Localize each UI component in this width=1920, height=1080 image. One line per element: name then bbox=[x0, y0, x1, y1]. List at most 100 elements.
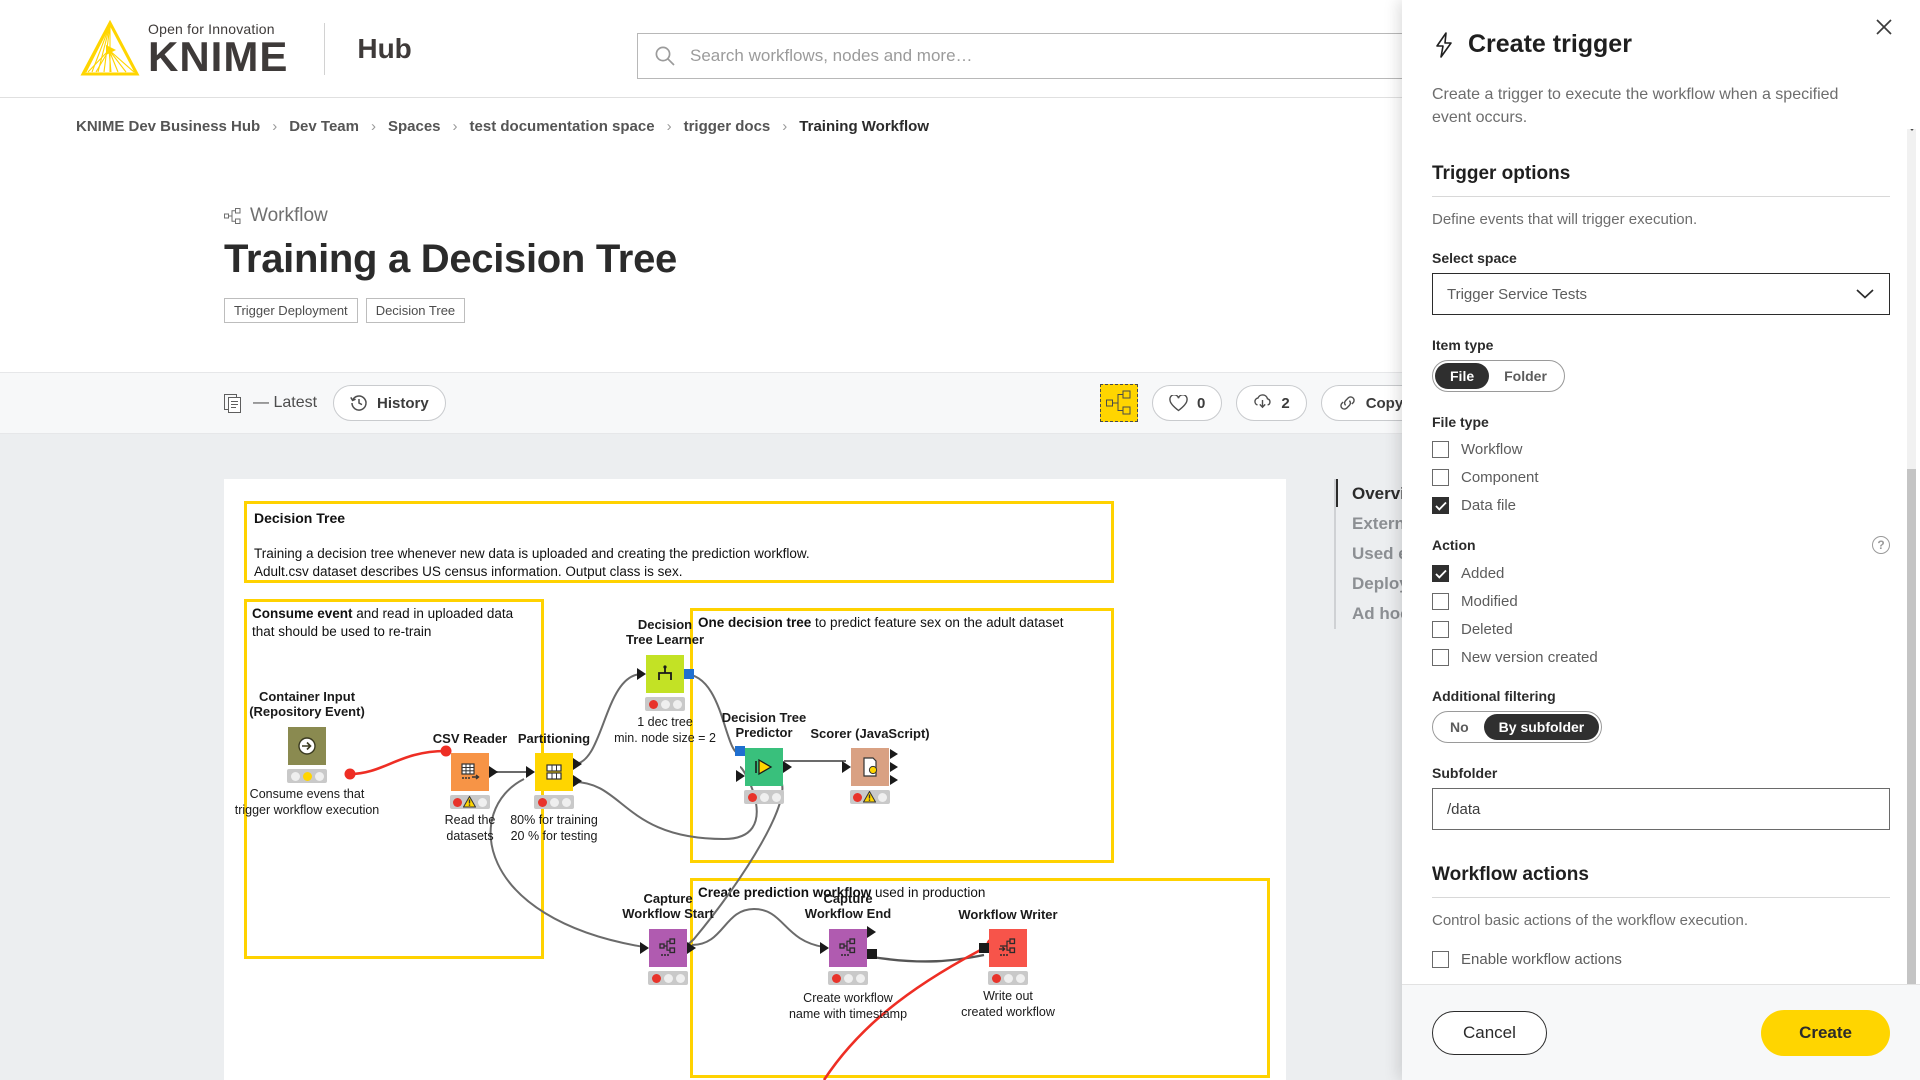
checkbox[interactable] bbox=[1432, 951, 1449, 969]
checkbox[interactable] bbox=[1432, 621, 1449, 639]
breadcrumb-item-4[interactable]: trigger docs bbox=[684, 118, 771, 135]
node-body[interactable] bbox=[979, 929, 1027, 967]
workflow-actions-heading: Workflow actions bbox=[1432, 864, 1890, 899]
checkbox[interactable] bbox=[1432, 565, 1449, 583]
tag-item[interactable]: Decision Tree bbox=[365, 298, 466, 323]
node-status bbox=[450, 795, 490, 809]
action-option-new-version[interactable]: New version created bbox=[1432, 649, 1890, 667]
node-description: Write out created workflow bbox=[961, 989, 1055, 1020]
action-option-added[interactable]: Added bbox=[1432, 565, 1890, 583]
node-body[interactable] bbox=[842, 748, 898, 786]
checkbox[interactable] bbox=[1432, 497, 1449, 515]
additional-filtering-toggle[interactable]: No By subfolder bbox=[1432, 711, 1603, 744]
node-input-port bbox=[736, 770, 745, 782]
node-scorer-javascript[interactable]: Scorer (JavaScript) bbox=[810, 726, 930, 804]
filtering-option-no[interactable]: No bbox=[1435, 714, 1484, 740]
additional-filtering-label: Additional filtering bbox=[1432, 688, 1556, 705]
node-status bbox=[744, 790, 784, 804]
container-input-icon bbox=[298, 737, 316, 755]
knime-logo[interactable]: Open for Innovation KNIME bbox=[80, 19, 289, 80]
node-body[interactable] bbox=[735, 746, 792, 786]
close-icon[interactable] bbox=[1870, 13, 1898, 41]
breadcrumb-item-2[interactable]: Spaces bbox=[388, 118, 441, 135]
node-body[interactable] bbox=[526, 753, 582, 791]
status-dot bbox=[672, 699, 682, 709]
item-type-toggle[interactable]: File Folder bbox=[1432, 360, 1565, 393]
history-button[interactable]: History bbox=[333, 385, 446, 421]
checkbox-label: New version created bbox=[1461, 649, 1598, 667]
node-title: Workflow Writer bbox=[958, 907, 1057, 922]
cancel-button[interactable]: Cancel bbox=[1432, 1010, 1547, 1055]
status-dot bbox=[1003, 973, 1013, 983]
panel-body[interactable]: Trigger options Define events that will … bbox=[1402, 129, 1920, 984]
node-body[interactable] bbox=[640, 929, 696, 967]
status-dot bbox=[302, 771, 312, 781]
breadcrumb-item-5[interactable]: Training Workflow bbox=[799, 118, 929, 135]
help-icon[interactable]: ? bbox=[1872, 536, 1890, 555]
node-body[interactable] bbox=[451, 753, 498, 791]
node-title-line1: Capture bbox=[643, 891, 693, 906]
file-type-option-data-file[interactable]: Data file bbox=[1432, 497, 1890, 515]
checkbox[interactable] bbox=[1432, 593, 1449, 611]
download-button[interactable]: 2 bbox=[1236, 385, 1307, 421]
filtering-option-by-subfolder[interactable]: By subfolder bbox=[1483, 714, 1600, 741]
create-button[interactable]: Create bbox=[1761, 1009, 1890, 1056]
workflow-thumbnail[interactable] bbox=[1100, 384, 1138, 422]
item-type-option-folder[interactable]: Folder bbox=[1489, 363, 1562, 389]
node-body[interactable] bbox=[820, 926, 877, 967]
subfolder-input[interactable]: /data bbox=[1432, 788, 1890, 831]
file-type-option-workflow[interactable]: Workflow bbox=[1432, 441, 1890, 459]
action-option-modified[interactable]: Modified bbox=[1432, 593, 1890, 611]
node-capture-workflow-start[interactable]: Capture Workflow Start bbox=[622, 891, 714, 985]
node-workflow-writer[interactable]: Workflow Writer Write out created workfl… bbox=[958, 907, 1057, 1019]
node-title-line2: Predictor bbox=[735, 725, 793, 741]
panel-scrollbar[interactable] bbox=[1907, 129, 1916, 984]
breadcrumb-item-3[interactable]: test documentation space bbox=[470, 118, 655, 135]
node-output-port bbox=[489, 766, 498, 778]
node-body[interactable] bbox=[637, 655, 694, 693]
node-desc-line1: 80% for training bbox=[510, 813, 598, 827]
node-body[interactable] bbox=[288, 727, 326, 765]
breadcrumb-separator: › bbox=[370, 117, 376, 135]
node-title-line2: Workflow End bbox=[804, 906, 892, 922]
link-icon bbox=[1339, 396, 1355, 410]
checkbox[interactable] bbox=[1432, 441, 1449, 459]
node-container-input[interactable]: Container Input (Repository Event) Consu… bbox=[235, 689, 380, 817]
workflow-canvas[interactable]: Decision Tree Training a decision tree w… bbox=[224, 479, 1286, 1080]
scroll-up-arrow[interactable] bbox=[1906, 129, 1918, 132]
node-capture-workflow-end[interactable]: Capture Workflow End Create workflow nam… bbox=[789, 891, 907, 1021]
breadcrumb-item-0[interactable]: KNIME Dev Business Hub bbox=[76, 118, 260, 135]
node-description: 80% for training 20 % for testing bbox=[510, 813, 598, 844]
node-status bbox=[287, 769, 327, 783]
select-space-dropdown[interactable]: Trigger Service Tests bbox=[1432, 273, 1890, 316]
trigger-options-heading: Trigger options bbox=[1432, 163, 1890, 198]
node-title-line2: (Repository Event) bbox=[249, 704, 365, 720]
checkbox-label: Component bbox=[1461, 469, 1539, 487]
copy-pages-icon bbox=[224, 393, 241, 413]
annotation-tree-bold: One decision tree bbox=[698, 615, 812, 630]
logo-wordmark: KNIME bbox=[148, 32, 289, 80]
node-decision-tree-predictor[interactable]: Decision Tree Predictor bbox=[722, 710, 806, 804]
file-type-option-component[interactable]: Component bbox=[1432, 469, 1890, 487]
checkbox[interactable] bbox=[1432, 469, 1449, 487]
checkbox[interactable] bbox=[1432, 649, 1449, 667]
node-input-port bbox=[526, 766, 535, 778]
workflow-icon bbox=[224, 207, 241, 224]
node-title-line1: Workflow Writer bbox=[958, 907, 1058, 922]
action-option-deleted[interactable]: Deleted bbox=[1432, 621, 1890, 639]
tag-item[interactable]: Trigger Deployment bbox=[224, 298, 358, 323]
node-decision-tree-learner[interactable]: Decision Tree Learner 1 dec tree min. no… bbox=[614, 617, 716, 745]
breadcrumb-item-1[interactable]: Dev Team bbox=[289, 118, 359, 135]
item-type-option-file[interactable]: File bbox=[1435, 363, 1490, 390]
like-button[interactable]: 0 bbox=[1152, 385, 1223, 421]
node-partitioning[interactable]: Partitioning 80% for training 20 % for t… bbox=[510, 731, 598, 843]
workflow-actions-description: Control basic actions of the workflow ex… bbox=[1432, 912, 1748, 930]
node-input-port bbox=[820, 942, 829, 954]
node-csv-reader[interactable]: CSV Reader Read the datasets bbox=[433, 731, 507, 843]
select-space-value: Trigger Service Tests bbox=[1447, 285, 1588, 303]
node-title: Scorer (JavaScript) bbox=[810, 726, 929, 741]
scrollbar-thumb[interactable] bbox=[1907, 469, 1916, 984]
enable-workflow-actions-row[interactable]: Enable workflow actions bbox=[1432, 951, 1890, 969]
node-title-line1: CSV Reader bbox=[432, 731, 508, 746]
status-dot bbox=[759, 792, 769, 802]
